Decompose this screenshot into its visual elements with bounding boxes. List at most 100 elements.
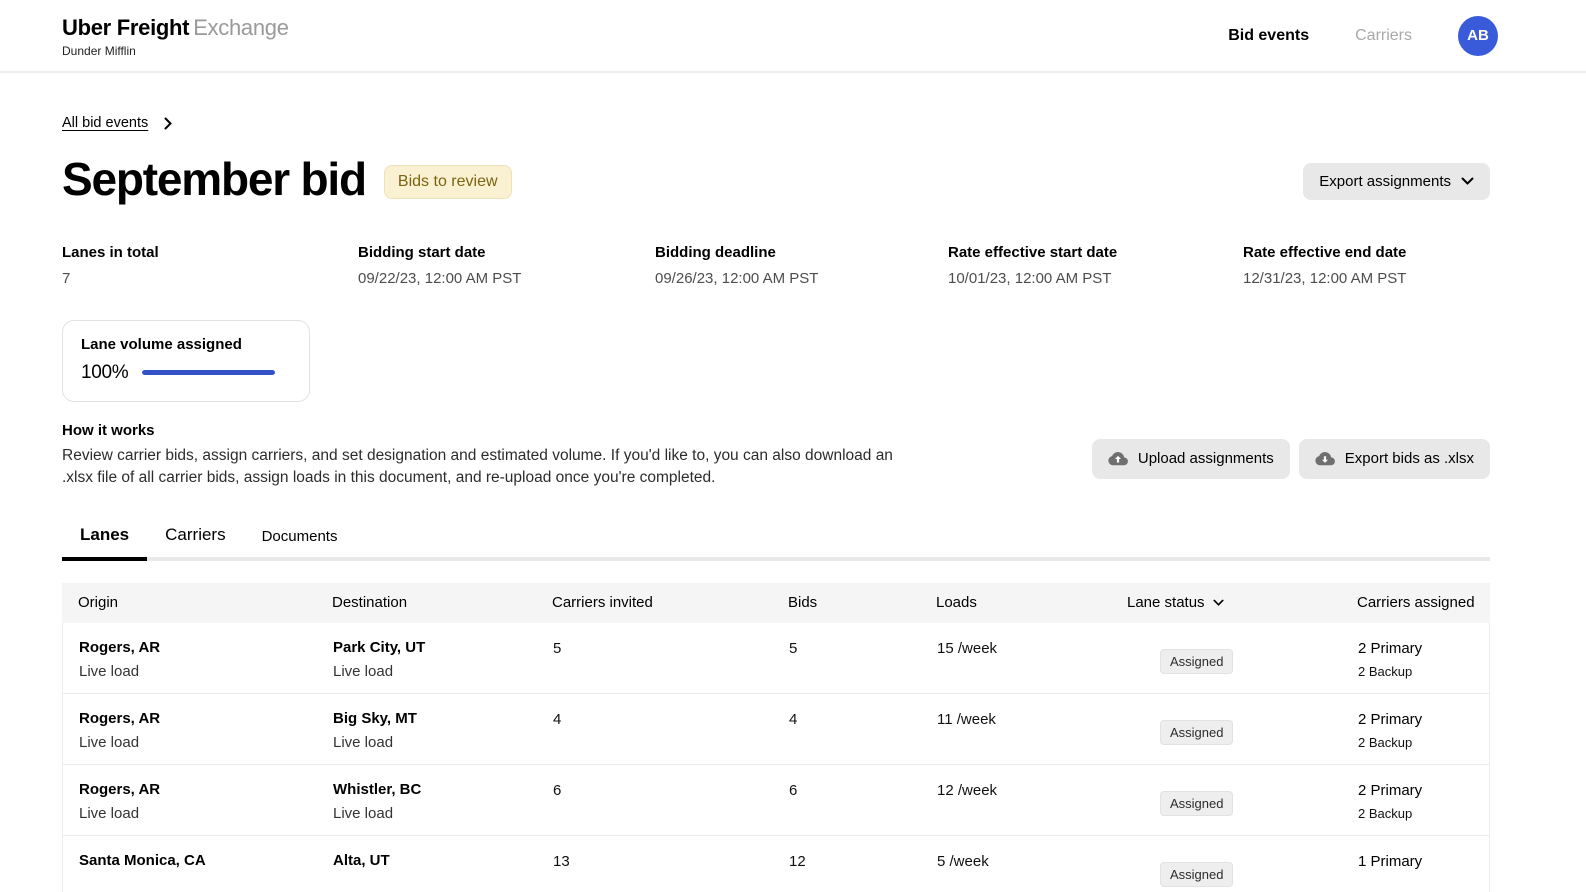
export-assignments-label: Export assignments [1319,172,1451,190]
stat-bidding-start: Bidding start date 09/22/23, 12:00 AM PS… [358,244,655,287]
chevron-down-icon [1212,599,1224,607]
stat-value: 10/01/23, 12:00 AM PST [948,269,1112,287]
brand-logo: Uber Freight Exchange [62,15,289,41]
origin-city: Santa Monica, CA [79,851,206,869]
stat-rate-start: Rate effective start date 10/01/23, 12:0… [948,244,1243,287]
primary-count: 1 Primary [1358,852,1423,870]
export-assignments-button[interactable]: Export assignments [1303,162,1490,200]
loads-cell: 15 /week [937,639,998,657]
loads-cell: 12 /week [937,781,998,799]
tab-bar: Lanes Carriers Documents [62,525,1490,561]
stat-value: 09/22/23, 12:00 AM PST [358,269,522,287]
origin-cell: Rogers, AR Live load [63,637,317,693]
bids-cell: 4 [789,710,798,728]
stat-value: 12/31/23, 12:00 AM PST [1243,269,1407,287]
carriers-assigned-cell: 1 Primary [1342,850,1489,892]
origin-city: Rogers, AR [79,780,161,798]
nav-carriers[interactable]: Carriers [1355,27,1412,45]
destination-load-type: Live load [333,804,394,822]
bids-cell: 5 [789,639,798,657]
lane-status-cell: Assigned [1112,850,1342,892]
progress-track [142,370,276,376]
how-it-works-row: How it works Review carrier bids, assign… [62,422,1490,489]
lane-status-cell: Assigned [1112,779,1342,835]
top-navigation: Bid events Carriers AB [1228,15,1498,56]
destination-load-type: Live load [333,662,394,680]
destination-city: Alta, UT [333,851,390,869]
stat-label: Bidding deadline [655,243,776,261]
destination-city: Whistler, BC [333,780,422,798]
destination-city: Big Sky, MT [333,709,417,727]
stat-label: Rate effective end date [1243,243,1407,261]
tab-lanes[interactable]: Lanes [62,525,148,561]
cloud-download-icon [1315,449,1335,469]
destination-cell: Alta, UT [317,850,537,892]
stat-value: 09/26/23, 12:00 AM PST [655,269,819,287]
stat-label: Rate effective start date [948,243,1118,261]
column-header-carriers-invited: Carriers invited [552,594,653,612]
destination-cell: Whistler, BC Live load [317,779,537,835]
destination-load-type: Live load [333,733,394,751]
page-title: September bid [62,153,367,205]
table-row[interactable]: Rogers, AR Live load Big Sky, MT Live lo… [63,694,1489,765]
column-header-lane-status[interactable]: Lane status [1111,594,1341,611]
origin-cell: Santa Monica, CA [63,850,317,892]
chevron-down-icon [1461,177,1474,186]
lane-volume-percent: 100% [81,361,129,383]
main-content: All bid events September bid Bids to rev… [0,115,1490,892]
volume-progress-fill [142,370,276,376]
chevron-right-icon [164,117,173,130]
upload-assignments-button[interactable]: Upload assignments [1091,438,1290,479]
destination-cell: Park City, UT Live load [317,637,537,693]
origin-cell: Rogers, AR Live load [63,779,317,835]
table-row[interactable]: Rogers, AR Live load Whistler, BC Live l… [63,765,1489,836]
nav-bid-events[interactable]: Bid events [1228,27,1309,45]
carriers-invited-cell: 5 [553,639,562,657]
title-row: September bid Bids to review Export assi… [62,153,1490,206]
backup-count: 2 Backup [1358,734,1413,750]
export-bids-button[interactable]: Export bids as .xlsx [1298,438,1490,479]
primary-count: 2 Primary [1358,710,1423,728]
stat-label: Bidding start date [358,243,486,261]
stat-label: Lanes in total [62,243,159,261]
lane-volume-card: Lane volume assigned 100% [62,319,310,402]
origin-city: Rogers, AR [79,709,161,727]
action-buttons: Upload assignments Export bids as .xlsx [1091,438,1490,479]
brand-name: Uber Freight [62,15,190,40]
backup-count: 2 Backup [1358,663,1413,679]
assigned-badge: Assigned [1160,648,1234,674]
carriers-assigned-cell: 2 Primary 2 Backup [1342,637,1489,693]
lane-status-cell: Assigned [1112,637,1342,693]
assigned-badge: Assigned [1160,719,1234,745]
column-header-origin: Origin [78,594,119,612]
destination-city: Park City, UT [333,638,426,656]
origin-load-type: Live load [79,662,140,680]
table-header: Origin Destination Carriers invited Bids… [62,582,1490,623]
tab-documents[interactable]: Documents [244,528,356,561]
breadcrumb-all-bid-events[interactable]: All bid events [62,115,148,131]
upload-assignments-label: Upload assignments [1137,450,1274,468]
stat-bidding-deadline: Bidding deadline 09/26/23, 12:00 AM PST [655,244,948,287]
stat-value: 7 [62,269,71,287]
carriers-invited-cell: 13 [553,852,570,870]
primary-count: 2 Primary [1358,781,1423,799]
export-bids-label: Export bids as .xlsx [1344,450,1474,468]
primary-count: 2 Primary [1358,639,1423,657]
stat-rate-end: Rate effective end date 12/31/23, 12:00 … [1243,244,1490,287]
backup-count: 2 Backup [1358,805,1413,821]
brand-block[interactable]: Uber Freight Exchange Dunder Mifflin [62,13,289,58]
origin-city: Rogers, AR [79,638,161,656]
tab-carriers[interactable]: Carriers [147,525,243,561]
carriers-invited-cell: 4 [553,710,562,728]
table-row[interactable]: Santa Monica, CA Alta, UT 13 12 5 /week … [63,836,1489,892]
table-body: Rogers, AR Live load Park City, UT Live … [62,622,1490,892]
column-header-destination: Destination [332,594,408,612]
avatar[interactable]: AB [1458,15,1498,56]
bids-cell: 12 [789,852,806,870]
destination-cell: Big Sky, MT Live load [317,708,537,764]
column-header-loads: Loads [936,594,977,612]
carriers-assigned-cell: 2 Primary 2 Backup [1342,779,1489,835]
origin-load-type: Live load [79,733,140,751]
how-it-works-title: How it works [62,421,155,439]
table-row[interactable]: Rogers, AR Live load Park City, UT Live … [63,623,1489,694]
